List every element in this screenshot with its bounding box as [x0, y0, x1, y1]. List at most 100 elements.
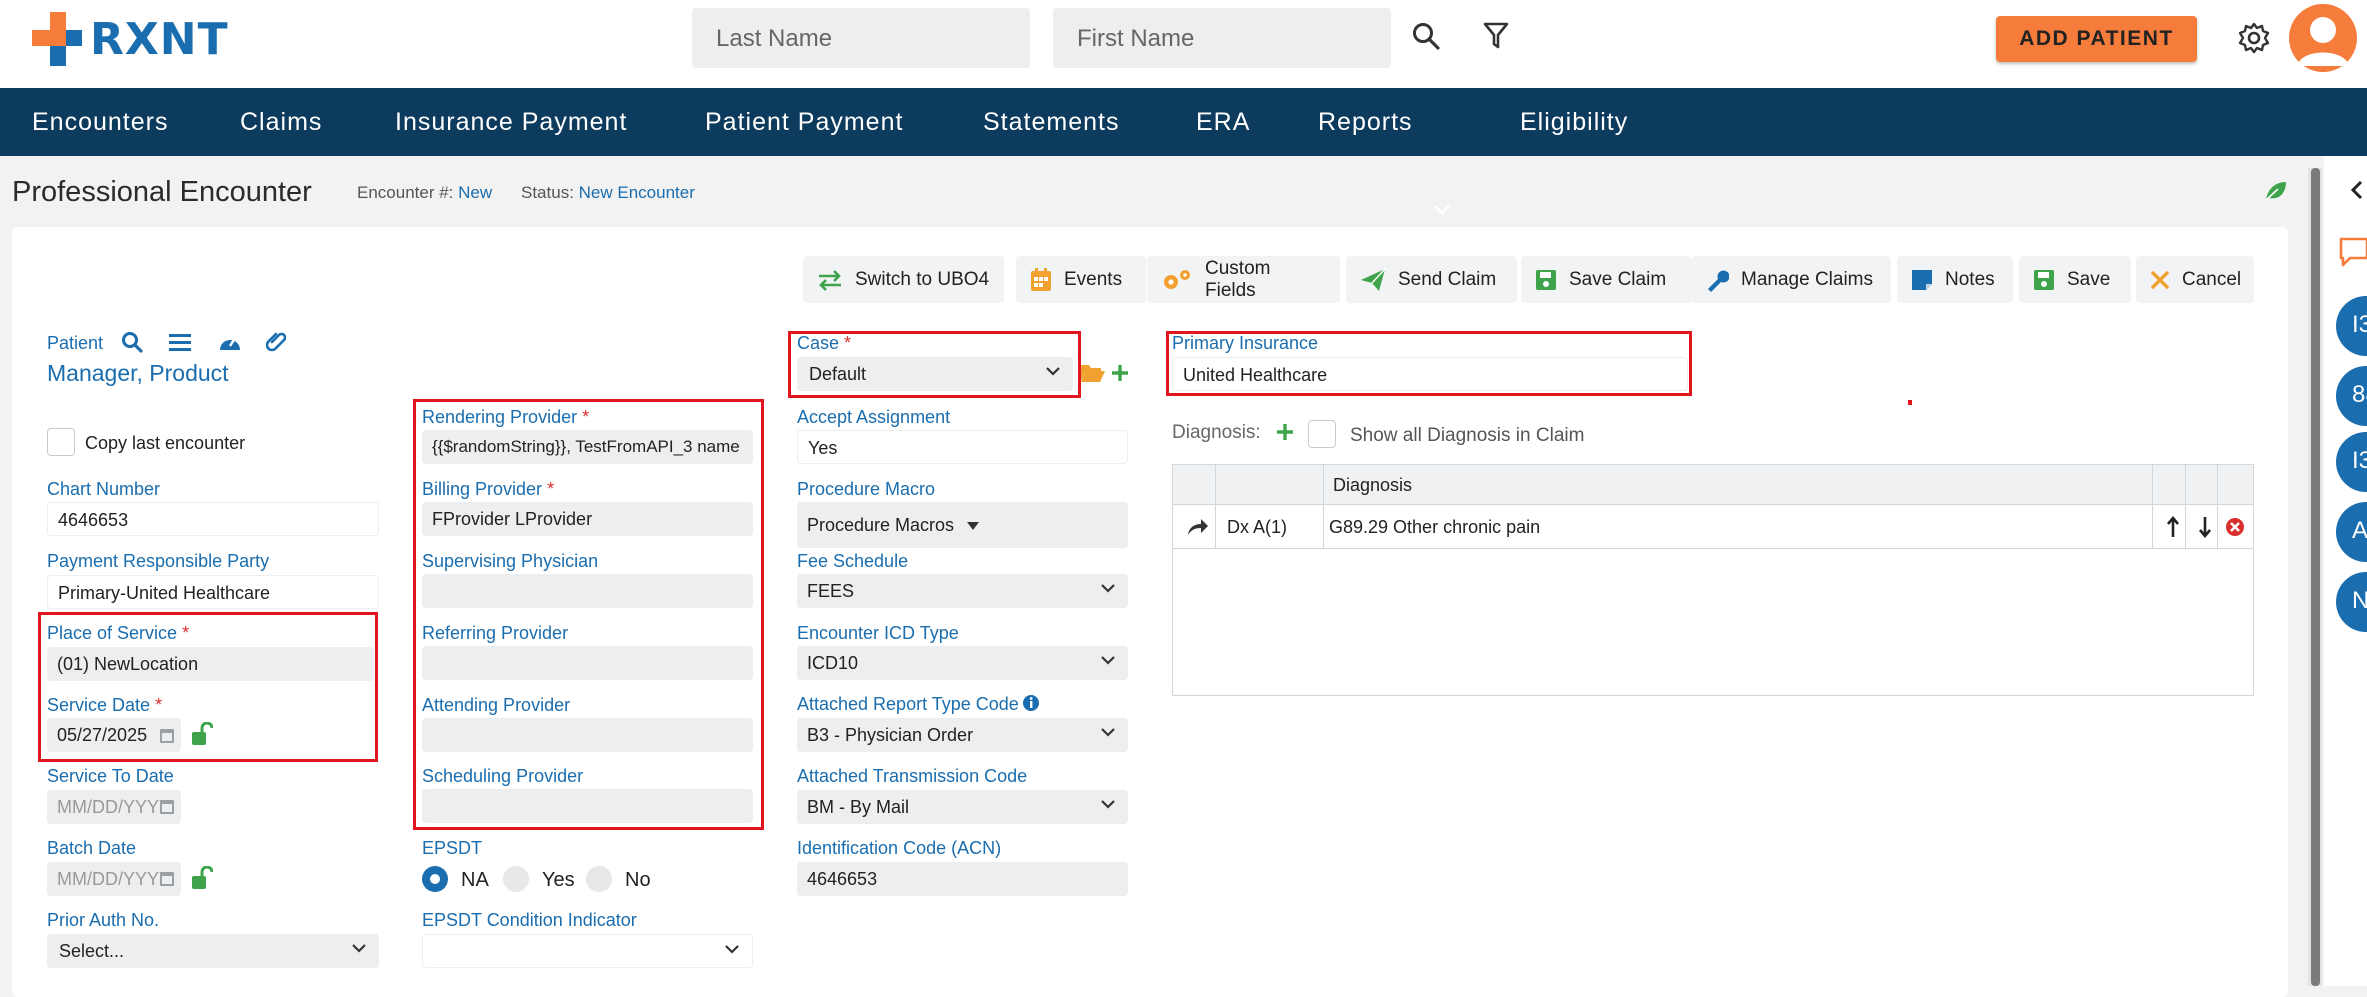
- plus-icon[interactable]: [1276, 423, 1294, 441]
- floppy-icon: [1535, 269, 1557, 291]
- column-divider: [2152, 465, 2153, 549]
- diagnosis-table: Diagnosis Dx A(1) G89.29 Other chronic p…: [1172, 464, 2254, 696]
- prior-auth-label: Prior Auth No.: [47, 910, 160, 930]
- encounter-number: Encounter #: New: [357, 183, 493, 202]
- save-claim-button[interactable]: Save Claim: [1521, 256, 1691, 303]
- gear-icon[interactable]: [2236, 20, 2272, 56]
- encounter-status: Status: New Encounter: [521, 183, 695, 202]
- unlock-icon[interactable]: [191, 866, 213, 890]
- copy-last-encounter-checkbox[interactable]: [47, 428, 75, 456]
- add-patient-button[interactable]: ADD PATIENT: [1996, 16, 2197, 62]
- search-icon[interactable]: [1410, 20, 1442, 52]
- nav-eligibility[interactable]: Eligibility: [1520, 108, 1628, 137]
- epsdt-yes-radio[interactable]: [503, 866, 529, 892]
- search-icon[interactable]: [121, 331, 143, 353]
- cancel-button[interactable]: Cancel: [2136, 256, 2254, 303]
- delete-circle-icon[interactable]: [2225, 517, 2245, 537]
- red-dot: [1908, 400, 1912, 405]
- rxnt-logo[interactable]: RXNT: [32, 12, 229, 66]
- first-name-input[interactable]: First Name: [1053, 8, 1391, 68]
- epsdt-yes-label: Yes: [542, 869, 575, 891]
- transmission-select[interactable]: BM - By Mail: [797, 790, 1128, 824]
- table-row[interactable]: Dx A(1) G89.29 Other chronic pain: [1173, 505, 2253, 549]
- show-all-diagnosis-label: Show all Diagnosis in Claim: [1350, 425, 1585, 446]
- diagnosis-column-header: Diagnosis: [1333, 475, 1413, 495]
- show-all-diagnosis-checkbox[interactable]: [1308, 420, 1336, 448]
- save-button[interactable]: Save: [2019, 256, 2131, 303]
- responsible-party-field[interactable]: Primary-United Healthcare: [47, 575, 379, 609]
- rxnt-cross-icon: [32, 12, 82, 66]
- scrollbar-thumb[interactable]: [2311, 168, 2320, 986]
- gears-icon: [1161, 268, 1193, 292]
- responsible-party-label: Payment Responsible Party: [47, 551, 270, 571]
- leaf-icon[interactable]: [2264, 180, 2288, 207]
- calendar-icon: [1030, 267, 1052, 292]
- list-icon[interactable]: [169, 333, 191, 351]
- patient-name[interactable]: Manager, Product: [47, 360, 229, 387]
- wrench-icon: [1705, 268, 1729, 292]
- switch-arrows-icon: [817, 269, 843, 291]
- main-nav: Encounters Claims Insurance Payment Pati…: [0, 88, 2367, 215]
- filter-icon[interactable]: [1480, 20, 1512, 52]
- accept-assignment-field[interactable]: Yes: [797, 430, 1128, 464]
- send-claim-button[interactable]: Send Claim: [1346, 256, 1517, 303]
- diagnosis-label: Diagnosis:: [1172, 422, 1261, 443]
- chevron-down-icon: [1101, 728, 1115, 737]
- report-type-select[interactable]: B3 - Physician Order: [797, 718, 1128, 752]
- column-divider: [2217, 465, 2218, 549]
- paperclip-icon[interactable]: [266, 330, 286, 354]
- epsdt-condition-label: EPSDT Condition Indicator: [422, 910, 637, 930]
- copy-last-encounter-label: Copy last encounter: [85, 433, 246, 453]
- chevron-down-icon[interactable]: [1433, 204, 1451, 216]
- calendar-icon[interactable]: [160, 798, 174, 814]
- highlight-primary-insurance: [1166, 331, 1692, 396]
- dashboard-icon[interactable]: [218, 332, 242, 352]
- identification-code-label: Identification Code (ACN): [797, 838, 1002, 858]
- chart-number-field[interactable]: 4646653: [47, 502, 379, 536]
- report-type-label: Attached Report Type Code: [797, 694, 1019, 714]
- fee-schedule-label: Fee Schedule: [797, 551, 909, 571]
- epsdt-na-radio[interactable]: [422, 866, 448, 892]
- highlight-providers: [413, 399, 764, 830]
- epsdt-no-radio[interactable]: [586, 866, 612, 892]
- nav-reports[interactable]: Reports: [1318, 108, 1413, 137]
- x-icon: [2150, 270, 2170, 290]
- arrow-up-icon[interactable]: [2166, 516, 2180, 538]
- share-arrow-icon[interactable]: [1187, 517, 1209, 537]
- nav-era[interactable]: ERA: [1196, 108, 1250, 137]
- highlight-case: [788, 331, 1081, 398]
- nav-statements[interactable]: Statements: [983, 108, 1119, 137]
- nav-claims[interactable]: Claims: [240, 108, 322, 137]
- prior-auth-select[interactable]: Select...: [47, 934, 379, 968]
- chat-icon[interactable]: [2338, 236, 2367, 268]
- brand-name: RXNT: [90, 13, 229, 65]
- arrow-down-icon[interactable]: [2198, 516, 2212, 538]
- icd-type-label: Encounter ICD Type: [797, 623, 959, 643]
- last-name-input[interactable]: Last Name: [692, 8, 1030, 68]
- custom-fields-button[interactable]: Custom Fields: [1147, 256, 1340, 303]
- right-rail: [2324, 156, 2367, 986]
- identification-code-field[interactable]: 4646653: [797, 862, 1128, 896]
- accept-assignment-label: Accept Assignment: [797, 407, 951, 427]
- nav-patient-payment[interactable]: Patient Payment: [705, 108, 903, 137]
- nav-insurance-payment[interactable]: Insurance Payment: [395, 108, 627, 137]
- chevron-down-icon: [352, 944, 366, 953]
- fee-schedule-select[interactable]: FEES: [797, 574, 1128, 608]
- plus-icon[interactable]: [1111, 364, 1129, 382]
- nav-encounters[interactable]: Encounters: [32, 108, 168, 137]
- calendar-icon[interactable]: [160, 870, 174, 886]
- switch-ubo4-button[interactable]: Switch to UBO4: [803, 256, 1004, 303]
- events-button[interactable]: Events: [1016, 256, 1146, 303]
- chevron-left-icon[interactable]: [2350, 180, 2364, 200]
- icd-type-select[interactable]: ICD10: [797, 646, 1128, 680]
- epsdt-condition-select[interactable]: [422, 934, 753, 968]
- notes-button[interactable]: Notes: [1897, 256, 2013, 303]
- note-icon: [1911, 269, 1933, 291]
- column-divider: [1323, 465, 1324, 549]
- procedure-macro-select[interactable]: Procedure Macros: [797, 502, 1128, 548]
- info-icon[interactable]: [1022, 694, 1040, 712]
- user-avatar[interactable]: [2289, 4, 2357, 72]
- manage-claims-button[interactable]: Manage Claims: [1691, 256, 1891, 303]
- folder-open-icon[interactable]: [1080, 363, 1106, 383]
- chevron-down-icon: [1101, 800, 1115, 809]
